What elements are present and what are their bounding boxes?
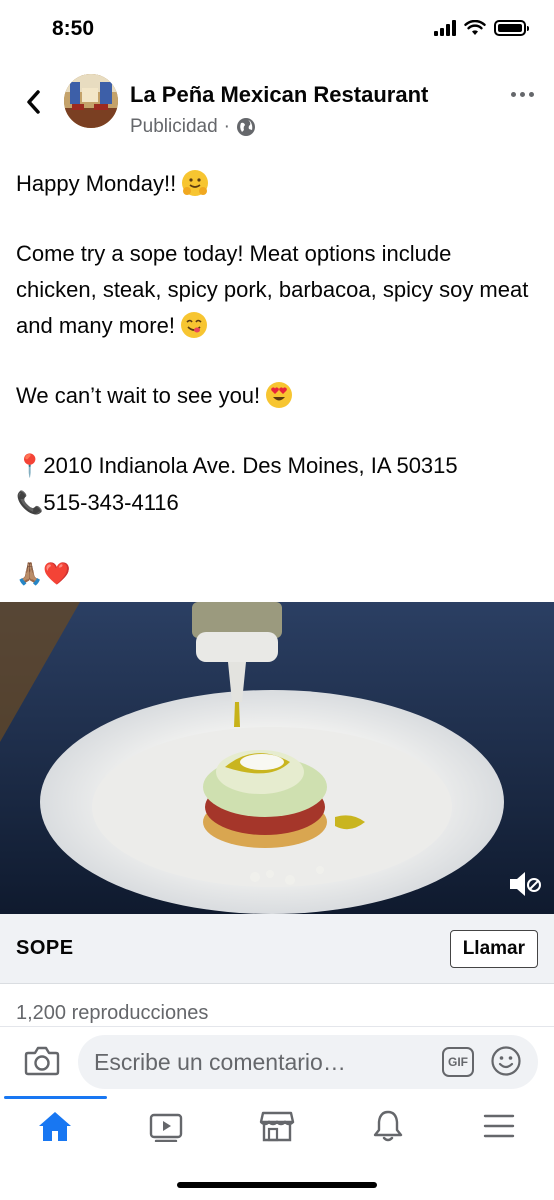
post-header: La Peña Mexican Restaurant Publicidad · — [0, 70, 554, 140]
more-options-button[interactable] — [511, 92, 534, 97]
emoji-button[interactable] — [490, 1045, 522, 1077]
pin-emoji: 📍 — [16, 454, 44, 479]
cta-title: SOPE — [16, 937, 74, 959]
post-text: Happy Monday!! Come try a sope today! Me… — [16, 166, 536, 593]
sponsored-label[interactable]: Publicidad — [130, 116, 218, 138]
meta-separator: · — [223, 116, 230, 137]
comment-placeholder: Escribe un comentario… — [94, 1049, 346, 1075]
tab-video[interactable] — [111, 1096, 221, 1156]
post-address: 📍2010 Indianola Ave. Des Moines, IA 5031… — [16, 448, 536, 485]
chevron-left-icon — [27, 90, 40, 114]
status-time: 8:50 — [52, 17, 95, 40]
views-count: 1,200 reproducciones — [16, 1002, 209, 1024]
tab-bar — [0, 1096, 554, 1156]
video-icon — [149, 1113, 183, 1142]
back-button[interactable] — [18, 84, 48, 120]
restaurant-interior-image — [64, 74, 118, 128]
status-bar: 8:50 — [0, 0, 554, 60]
post-line-3: We can’t wait to see you! — [16, 378, 536, 414]
globe-icon — [237, 118, 255, 136]
wifi-icon — [464, 20, 486, 35]
phone-emoji: 📞 — [16, 491, 44, 516]
battery-icon — [494, 20, 529, 36]
hugging-face-emoji — [182, 170, 209, 196]
speaker-muted-icon — [510, 872, 541, 896]
red-heart-emoji: ❤️ — [43, 562, 71, 587]
cellular-signal-icon — [434, 20, 456, 36]
call-button[interactable]: Llamar — [449, 930, 538, 968]
tab-notifications[interactable] — [333, 1096, 443, 1156]
comment-bar: Escribe un comentario… GIF — [0, 1026, 554, 1096]
page-name[interactable]: La Peña Mexican Restaurant — [130, 82, 428, 108]
post-phone: 📞515-343-4116 — [16, 485, 536, 522]
cta-bar: SOPE Llamar — [0, 914, 554, 984]
volume-muted-button[interactable] — [506, 866, 542, 902]
avatar[interactable] — [64, 74, 118, 128]
sope-video-frame — [0, 602, 554, 914]
camera-button[interactable] — [24, 1045, 60, 1077]
comment-input[interactable]: Escribe un comentario… GIF — [78, 1035, 538, 1089]
hamburger-menu-icon — [483, 1114, 515, 1138]
tab-menu[interactable] — [444, 1096, 554, 1156]
home-indicator[interactable] — [177, 1182, 377, 1188]
marketplace-icon — [259, 1111, 295, 1142]
post-meta: Publicidad · — [130, 116, 256, 138]
smiley-icon — [491, 1046, 521, 1076]
tab-home[interactable] — [0, 1096, 110, 1156]
folded-hands-emoji: 🙏🏽 — [16, 562, 44, 587]
status-icons — [434, 20, 529, 36]
camera-icon — [24, 1046, 60, 1076]
post-line-2: Come try a sope today! Meat options incl… — [16, 241, 529, 338]
bell-icon — [373, 1110, 403, 1142]
post-line-1: Happy Monday!! — [16, 166, 536, 202]
tab-marketplace[interactable] — [222, 1096, 332, 1156]
post-closing-emojis: 🙏🏽❤️ — [16, 556, 536, 593]
gif-button[interactable]: GIF — [442, 1047, 474, 1077]
video-player[interactable] — [0, 602, 554, 914]
home-icon — [39, 1112, 71, 1141]
heart-eyes-emoji — [266, 382, 293, 408]
yum-face-emoji — [181, 312, 208, 338]
